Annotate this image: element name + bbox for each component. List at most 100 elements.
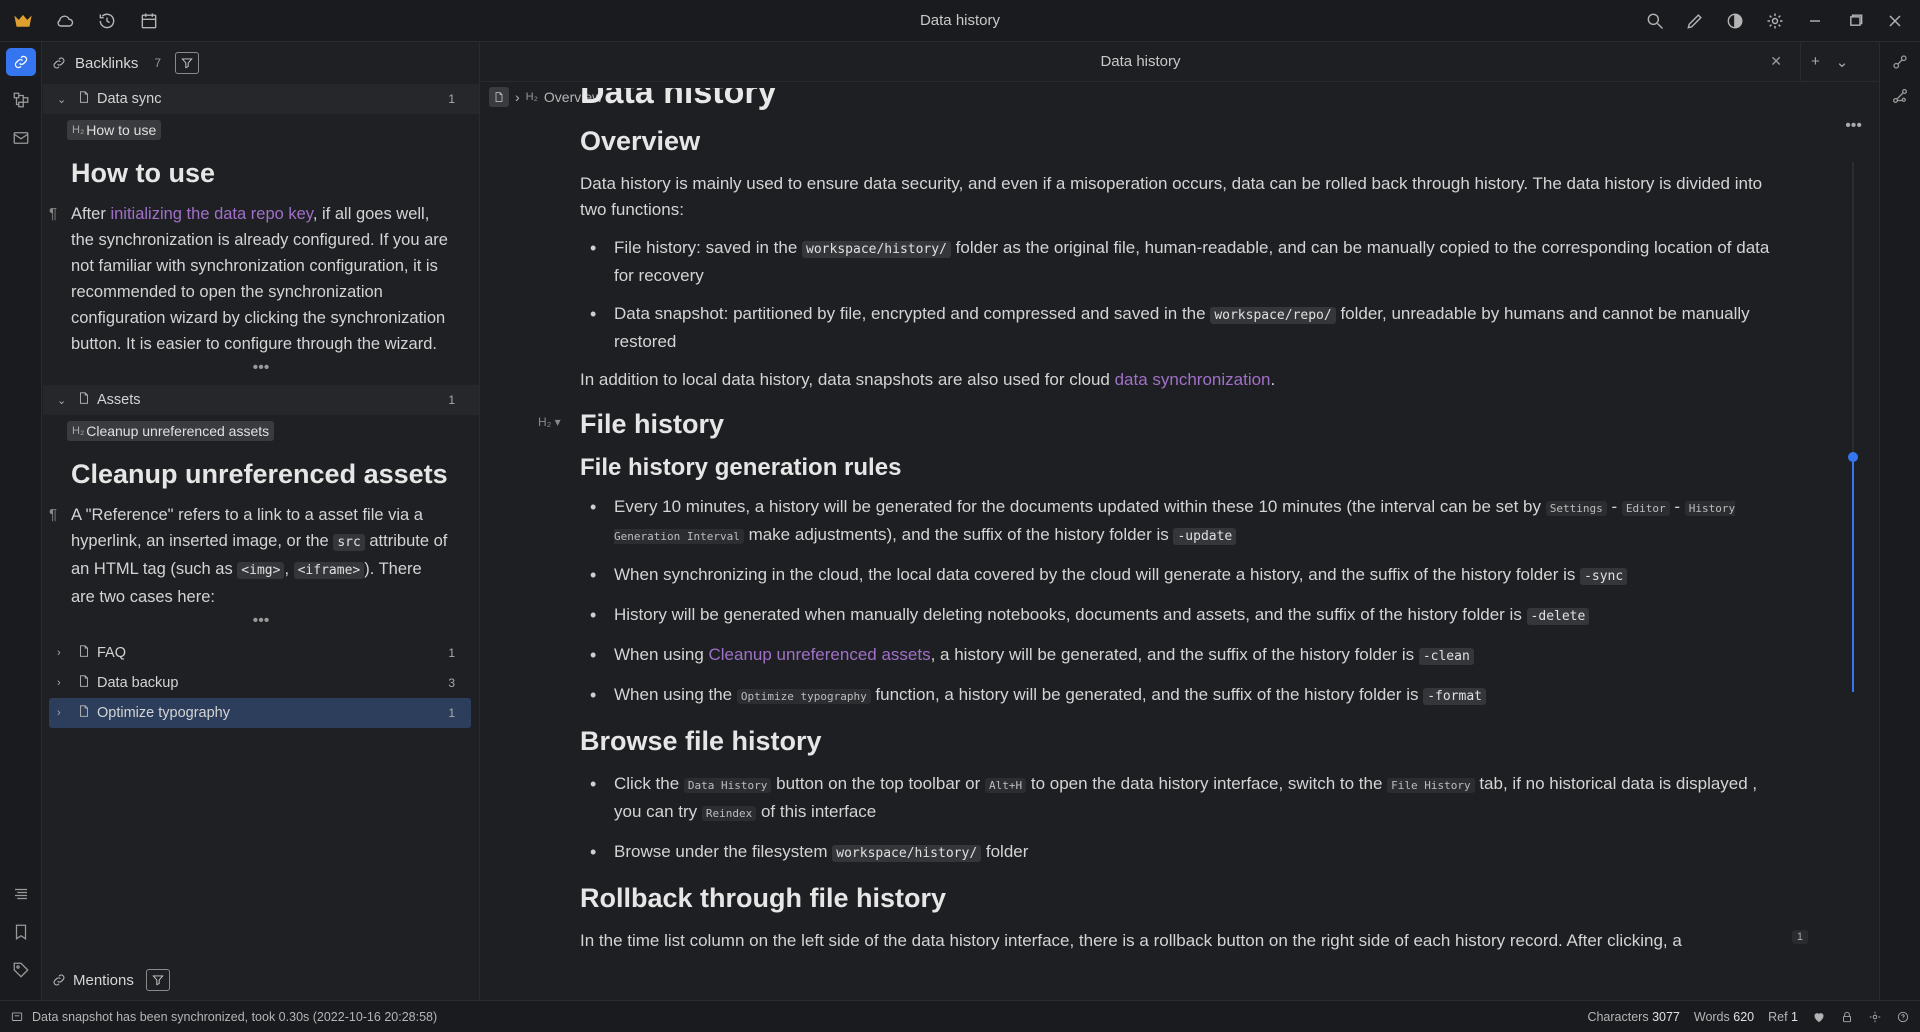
scrollbar-thumb[interactable] <box>1852 457 1854 692</box>
inline-code: <img> <box>237 562 285 579</box>
chevron-right-icon[interactable]: › <box>57 707 71 719</box>
inline-code: workspace/history/ <box>832 845 982 862</box>
chevron-right-icon[interactable]: › <box>57 647 71 659</box>
group-count: 1 <box>448 92 455 106</box>
kbd: Data History <box>683 778 772 793</box>
doc-link[interactable]: data synchronization <box>1115 370 1271 389</box>
theme-icon[interactable] <box>1724 10 1746 32</box>
more-ellipsis[interactable]: ••• <box>43 610 479 638</box>
tab-menu-chevron-icon[interactable]: ⌄ <box>1836 53 1849 71</box>
chevron-right-icon[interactable]: › <box>57 677 71 689</box>
list-item: Data snapshot: partitioned by file, encr… <box>580 301 1770 355</box>
tag-dock-button[interactable] <box>6 956 36 984</box>
backlink-group-assets[interactable]: ⌄ Assets 1 <box>43 385 479 415</box>
text: File history: saved in the <box>614 238 803 257</box>
inbox-dock-button[interactable] <box>6 124 36 152</box>
mentions-label: Mentions <box>73 971 134 989</box>
group-name: Data sync <box>97 91 162 107</box>
inline-code: <iframe> <box>293 562 365 579</box>
label: Ref <box>1768 1009 1788 1024</box>
text: , if all goes well, the synchronization … <box>71 205 448 353</box>
heading-overview: Overview <box>580 126 701 156</box>
document-icon[interactable] <box>489 87 509 107</box>
minimize-icon[interactable] <box>1804 10 1826 32</box>
graph-nodes-icon <box>1893 55 1907 69</box>
link-icon <box>51 969 67 991</box>
label: Characters <box>1587 1009 1649 1024</box>
list: File history: saved in the workspace/his… <box>580 235 1770 355</box>
outline-dock-button[interactable] <box>6 880 36 908</box>
status-bar: Data snapshot has been synchronized, too… <box>0 1000 1920 1032</box>
chevron-down-icon[interactable]: ⌄ <box>57 394 71 407</box>
backlink-group-optimize-typography[interactable]: › Optimize typography 1 <box>49 698 471 728</box>
text: function, a history will be generated, a… <box>870 685 1424 704</box>
backlink-group-data-sync[interactable]: ⌄ Data sync 1 <box>43 84 479 114</box>
backlinks-dock-button[interactable] <box>6 48 36 76</box>
backlink-group-data-backup[interactable]: › Data backup 3 <box>43 668 479 698</box>
search-icon[interactable] <box>1644 10 1666 32</box>
paragraph: Data history is mainly used to ensure da… <box>580 174 1763 219</box>
inline-code: -clean <box>1418 648 1474 665</box>
paragraph-icon[interactable]: ¶ <box>49 201 57 227</box>
mentions-header: Mentions <box>43 960 480 1000</box>
backlink-group-faq[interactable]: › FAQ 1 <box>43 638 479 668</box>
more-options-icon[interactable]: ••• <box>1845 117 1862 135</box>
document-content: Data history Overview Data history is ma… <box>538 88 1770 966</box>
new-tab-icon[interactable]: + <box>1811 53 1820 71</box>
crown-icon[interactable] <box>12 10 34 32</box>
doc-link[interactable]: Cleanup unreferenced assets <box>709 645 931 664</box>
ref-count-badge[interactable]: 1 <box>1791 930 1808 944</box>
chip-label: Cleanup unreferenced assets <box>86 423 270 439</box>
close-window-icon[interactable] <box>1884 10 1906 32</box>
heading-text: File history <box>580 409 725 439</box>
list-item: When synchronizing in the cloud, the loc… <box>580 562 1770 590</box>
message-icon[interactable] <box>10 1010 24 1024</box>
list-item: History will be generated when manually … <box>580 602 1770 630</box>
word-count: Words 620 <box>1694 1010 1754 1024</box>
pen-icon[interactable] <box>1684 10 1706 32</box>
gear-icon[interactable] <box>1764 10 1786 32</box>
bookmark-dock-button[interactable] <box>6 918 36 946</box>
list: Click the Data History button on the top… <box>580 771 1770 867</box>
tab-bar: Data history ✕ + ⌄ <box>481 42 1878 82</box>
global-graph-icon <box>1892 88 1908 104</box>
heart-icon[interactable] <box>1812 1010 1826 1024</box>
global-graph-dock-button[interactable] <box>1885 82 1915 110</box>
text: Data snapshot: partitioned by file, encr… <box>614 304 1211 323</box>
character-count: Characters 3077 <box>1587 1010 1679 1024</box>
scroll-position-indicator[interactable] <box>1848 452 1858 462</box>
backlinks-label: Backlinks <box>75 54 139 72</box>
close-icon[interactable]: ✕ <box>1770 53 1782 70</box>
backlinks-count: 7 <box>154 56 162 70</box>
backlinks-filter-button[interactable] <box>175 52 200 74</box>
mentions-filter-button[interactable] <box>145 969 170 991</box>
heading-chip[interactable]: H₂ How to use <box>67 120 162 140</box>
lock-icon[interactable] <box>1840 1010 1854 1024</box>
help-icon[interactable] <box>1896 1010 1910 1024</box>
status-message: Data snapshot has been synchronized, too… <box>32 1009 438 1024</box>
backlink-link[interactable]: initializing the data repo key <box>110 205 312 223</box>
h2-fold-icon[interactable]: H₂ ▾ <box>538 415 561 429</box>
paragraph: In addition to local data history, data … <box>580 367 1770 393</box>
text: make adjustments), and the suffix of the… <box>743 525 1174 544</box>
graph-dock-button[interactable] <box>6 86 36 114</box>
tag-icon <box>13 962 29 978</box>
settings-icon[interactable] <box>1868 1010 1882 1024</box>
maximize-icon[interactable] <box>1844 10 1866 32</box>
cloud-icon[interactable] <box>54 10 76 32</box>
backlinks-panel: Backlinks 7 ⌄ Data sync 1 H₂ How to use H… <box>43 42 480 1000</box>
history-icon[interactable] <box>96 10 118 32</box>
text: , <box>284 560 294 578</box>
label: Words <box>1693 1009 1730 1024</box>
paragraph-icon[interactable]: ¶ <box>49 502 57 528</box>
heading-chip[interactable]: H₂ Cleanup unreferenced assets <box>67 421 275 441</box>
inline-code: -delete <box>1526 608 1590 625</box>
calendar-icon[interactable] <box>138 10 160 32</box>
document-icon <box>77 674 91 692</box>
chevron-down-icon[interactable]: ⌄ <box>57 93 71 106</box>
more-ellipsis[interactable]: ••• <box>43 357 479 385</box>
inline-code: -update <box>1173 528 1237 545</box>
tab-data-history[interactable]: Data history ✕ <box>481 42 1801 82</box>
graph-view-dock-button[interactable] <box>1885 48 1915 76</box>
value: 3077 <box>1652 1009 1680 1024</box>
